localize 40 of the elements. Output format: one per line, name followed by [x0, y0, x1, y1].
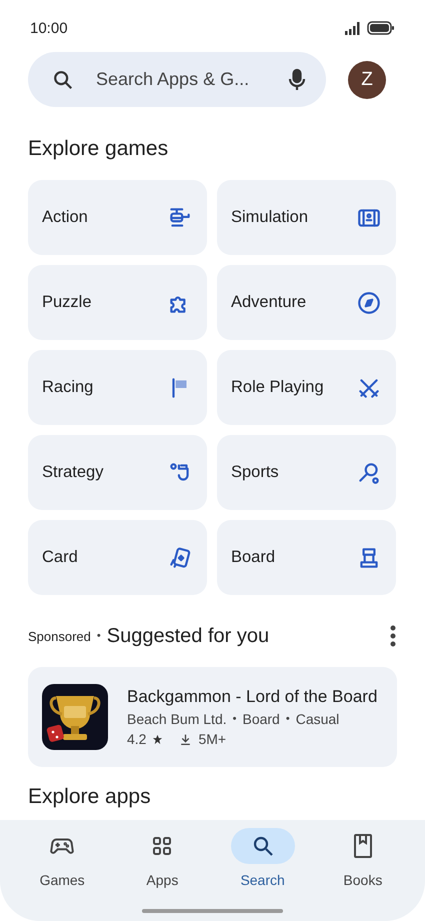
search-bar[interactable]: Search Apps & G... [28, 52, 326, 107]
nav-tab[interactable]: Search [212, 828, 313, 890]
category-card[interactable]: Sports [217, 435, 396, 510]
section-title: Explore games [28, 137, 170, 161]
app-tag: Board [242, 711, 280, 727]
separator-dot: • [232, 713, 236, 725]
search-icon [52, 68, 74, 90]
app-card[interactable]: Backgammon - Lord of the Board Beach Bum Ltd. • Board • Casual 4.2 5M+ [28, 667, 397, 767]
nav-tab[interactable]: Books [312, 828, 413, 890]
app-developer: Beach Bum Ltd. [127, 711, 227, 727]
app-downloads: 5M+ [198, 731, 226, 747]
search-input[interactable]: Search Apps & G... [94, 68, 268, 91]
app-name: Backgammon - Lord of the Board [127, 687, 378, 707]
download-icon [179, 732, 192, 746]
section-title: Suggested for you [106, 624, 270, 648]
sponsored-label: Sponsored [28, 628, 91, 644]
category-card[interactable]: Card [28, 520, 207, 595]
account-avatar[interactable]: Z [348, 60, 386, 98]
category-card[interactable]: Simulation [217, 180, 396, 255]
category-card[interactable]: Racing [28, 350, 207, 425]
battery-icon [367, 21, 395, 35]
category-card[interactable]: Puzzle [28, 265, 207, 340]
status-time: 10:00 [30, 20, 68, 36]
nav-tab[interactable]: Games [12, 828, 112, 890]
category-card[interactable]: Action [28, 180, 207, 255]
app-rating: 4.2 [127, 731, 146, 747]
separator-dot: • [96, 630, 101, 642]
signal-icon [345, 22, 362, 34]
star-icon [152, 734, 164, 744]
app-tag: Casual [296, 711, 340, 727]
playing-card-icon [167, 544, 193, 570]
category-card[interactable]: Strategy [28, 435, 207, 510]
category-card[interactable]: Role Playing [217, 350, 396, 425]
separator-dot: • [286, 713, 290, 725]
section-title: Explore apps [28, 785, 152, 809]
microphone-icon[interactable] [288, 68, 306, 92]
category-card[interactable]: Adventure [217, 265, 396, 340]
category-card[interactable]: Board [217, 520, 396, 595]
nav-tab[interactable]: Apps [112, 828, 212, 890]
compass-icon [356, 290, 382, 316]
